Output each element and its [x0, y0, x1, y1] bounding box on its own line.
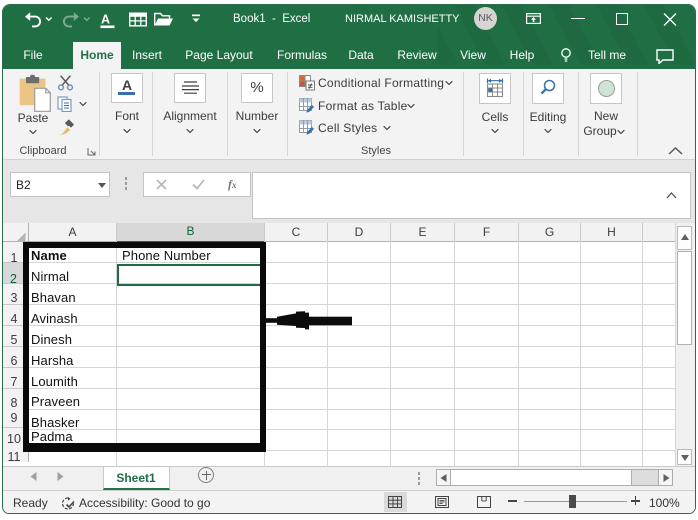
svg-text:A: A	[101, 13, 110, 27]
